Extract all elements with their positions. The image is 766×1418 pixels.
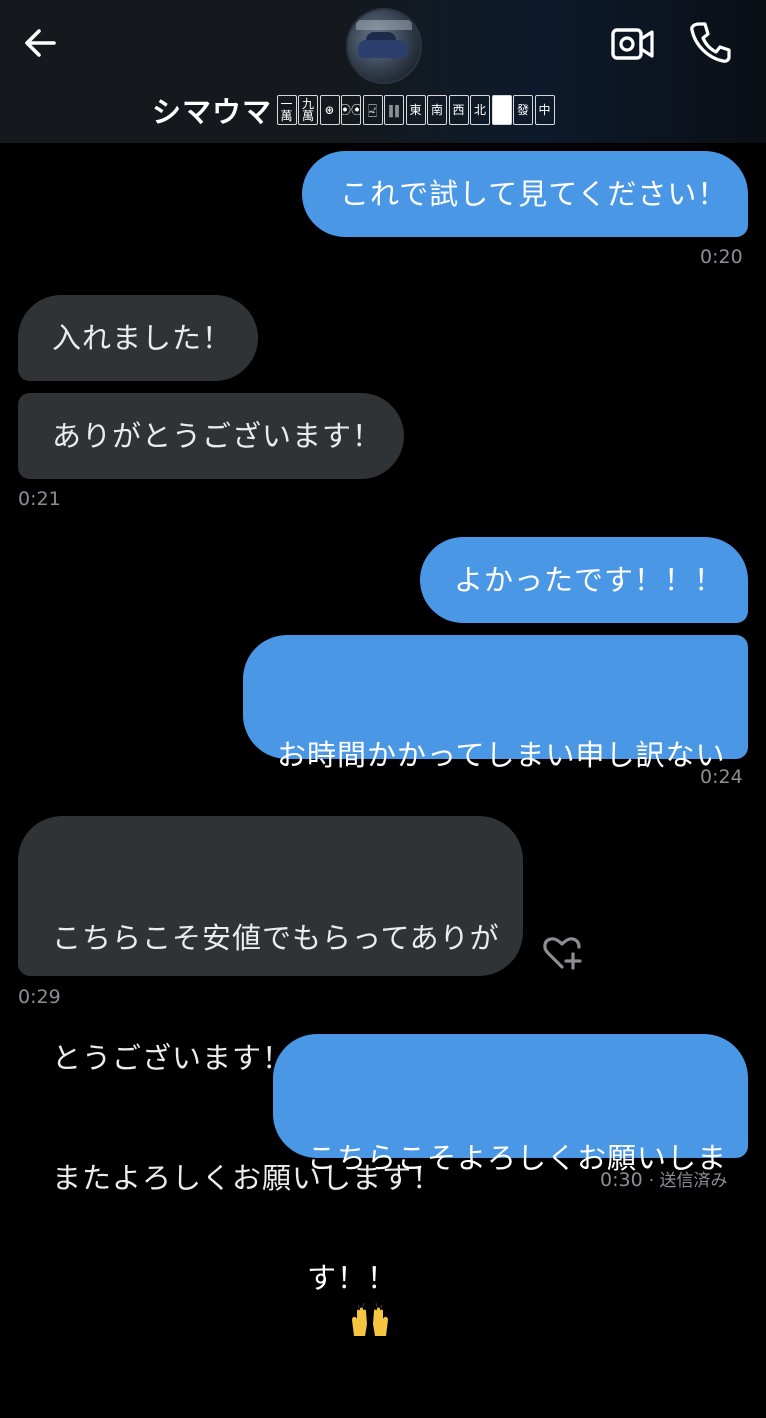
mahjong-tile: 東 xyxy=(405,95,426,125)
voice-call-button[interactable] xyxy=(688,20,732,64)
message-bubble-incoming[interactable]: 入れました！ xyxy=(18,295,258,381)
mahjong-tile: 中 xyxy=(534,95,555,125)
mahjong-tile: 🀐 xyxy=(362,95,383,125)
mahjong-tile: 一萬 xyxy=(276,95,297,125)
message-text-line: す！！ xyxy=(307,1258,748,1378)
message-text-line: こちらこそ安値でもらってありが xyxy=(52,921,500,955)
mahjong-tile: 發 xyxy=(513,95,534,125)
mahjong-tile: 西 xyxy=(448,95,469,125)
raising-hands-emoji xyxy=(351,1302,388,1336)
message-bubble-outgoing[interactable]: お時間かかってしまい申し訳ない です xyxy=(243,635,748,930)
message-timestamp: 0:21 xyxy=(18,488,61,510)
contact-title[interactable]: シマウマ 一萬 九萬 ⊛ ⦿⦿ 🀐 ‖‖ 東 南 西 北 發 中 xyxy=(152,90,555,130)
message-bubble-incoming[interactable]: こちらこそ安値でもらってありが とうございます！ またよろしくお願いします！ xyxy=(18,816,523,1195)
message-bubble-outgoing[interactable]: よかったです！！！ xyxy=(420,537,748,623)
video-call-button[interactable] xyxy=(610,24,656,64)
phone-icon xyxy=(690,22,731,63)
timestamp-time: 0:30 xyxy=(600,1169,643,1191)
message-bubble-outgoing[interactable]: こちらこそよろしくお願いしま す！！ xyxy=(273,1034,748,1336)
sent-status: · 送信済み xyxy=(648,1171,728,1191)
heart-plus-icon xyxy=(543,937,582,970)
back-button[interactable] xyxy=(20,22,62,64)
message-timestamp: 0:20 xyxy=(700,246,743,268)
back-arrow-icon xyxy=(25,29,56,57)
mahjong-tile: 九萬 xyxy=(298,95,319,125)
contact-name: シマウマ xyxy=(152,95,273,129)
mahjong-tile: 南 xyxy=(427,95,448,125)
mahjong-tile xyxy=(491,95,512,125)
video-camera-icon xyxy=(611,28,654,60)
mahjong-tile: ⦿⦿ xyxy=(341,95,362,125)
message-bubble-incoming[interactable]: ありがとうございます！ xyxy=(18,393,404,479)
mahjong-tile: ⊛ xyxy=(319,95,340,125)
message-bubble-outgoing[interactable]: これで試して見てください！ xyxy=(302,151,748,237)
message-timestamp: 0:30 · 送信済み xyxy=(600,1166,728,1191)
chat-header: シマウマ 一萬 九萬 ⊛ ⦿⦿ 🀐 ‖‖ 東 南 西 北 發 中 xyxy=(0,0,766,143)
avatar[interactable] xyxy=(346,8,422,84)
like-reaction-button[interactable] xyxy=(540,934,584,974)
mahjong-tile: ‖‖ xyxy=(384,95,405,125)
message-text-line: お時間かかってしまい申し訳ない xyxy=(277,738,726,772)
mahjong-tile: 北 xyxy=(470,95,491,125)
message-timestamp: 0:24 xyxy=(700,766,743,788)
message-timestamp: 0:29 xyxy=(18,986,61,1008)
